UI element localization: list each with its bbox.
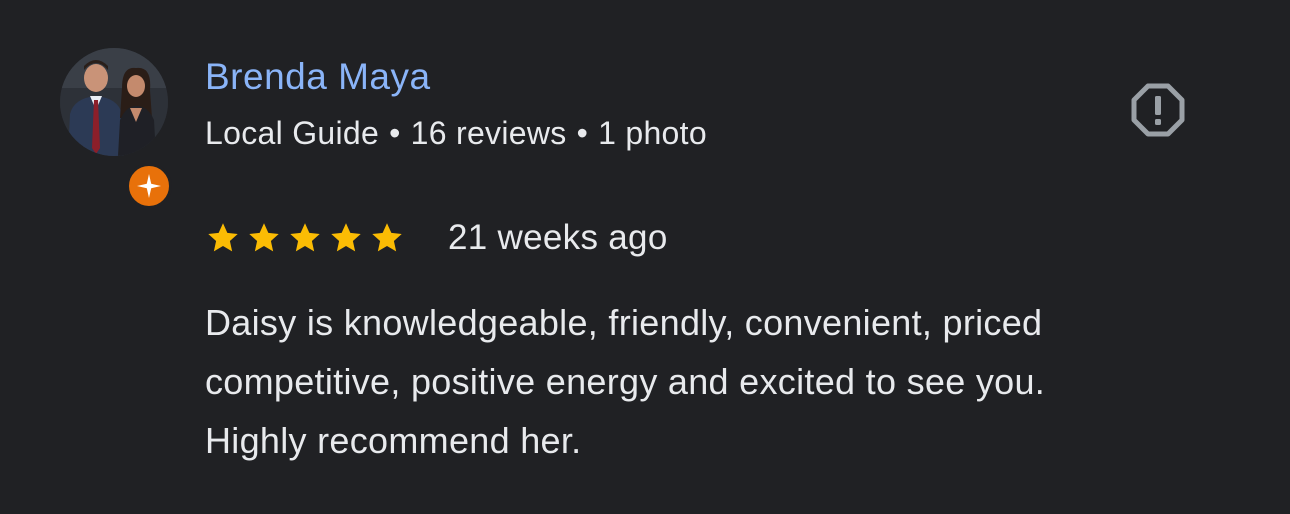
review-text-line: Daisy is knowledgeable, friendly, conven… — [205, 302, 1043, 343]
meta-separator: • — [576, 115, 589, 151]
photo-count: 1 photo — [598, 115, 707, 151]
report-review-button[interactable] — [1128, 80, 1188, 140]
review-text-line: Highly recommend her. — [205, 420, 582, 461]
star-icon — [290, 223, 320, 252]
review-text: Daisy is knowledgeable, friendly, conven… — [205, 293, 1255, 470]
review-count: 16 reviews — [410, 115, 567, 151]
review-text-line: competitive, positive energy and excited… — [205, 361, 1046, 402]
star-icon — [331, 223, 361, 252]
rating-row: 21 weeks ago — [205, 212, 668, 264]
review-card: Brenda Maya Local Guide • 16 reviews • 1 pho… — [0, 0, 1290, 514]
review-date: 21 weeks ago — [448, 218, 668, 257]
meta-separator: • — [389, 115, 401, 151]
author-name[interactable]: Brenda Maya — [205, 54, 431, 100]
star-icon — [372, 223, 402, 252]
author-avatar-wrap[interactable] — [60, 48, 172, 209]
avatar[interactable] — [60, 48, 168, 156]
local-guide-badge-icon — [126, 163, 172, 209]
star-icon — [249, 223, 279, 252]
star-rating — [205, 220, 410, 256]
local-guide-label: Local Guide — [205, 115, 380, 151]
author-meta: Local Guide • 16 reviews • 1 photo — [205, 112, 707, 154]
report-flag-icon — [1131, 83, 1185, 137]
avatar-photo — [60, 48, 168, 156]
star-icon — [208, 223, 238, 252]
